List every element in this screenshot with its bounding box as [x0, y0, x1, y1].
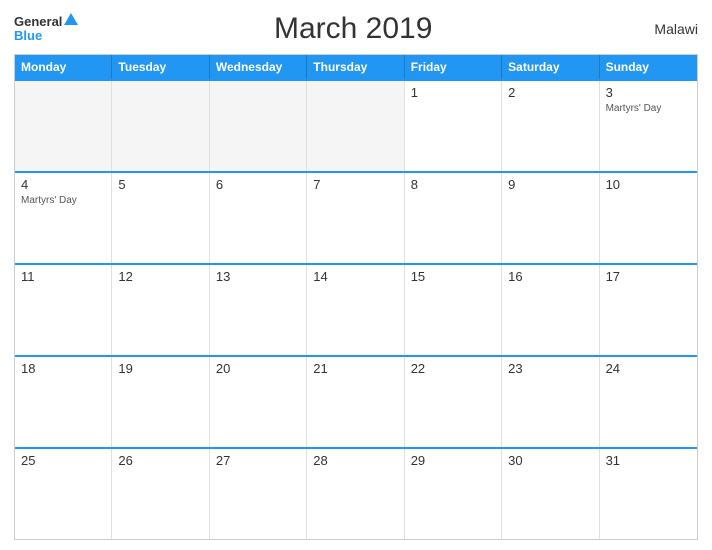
cell-w2-tue: 5 — [112, 173, 209, 263]
cell-w1-mon — [15, 81, 112, 171]
logo-blue-text: Blue — [14, 28, 42, 43]
day-20: 20 — [216, 361, 300, 376]
logo-general-text: General — [14, 15, 62, 28]
header-sunday: Sunday — [600, 55, 697, 79]
day-30: 30 — [508, 453, 592, 468]
header-wednesday: Wednesday — [210, 55, 307, 79]
day-7: 7 — [313, 177, 397, 192]
event-martyrs-day-1: Martyrs' Day — [606, 102, 691, 115]
cell-w4-sun: 24 — [600, 357, 697, 447]
cell-w5-tue: 26 — [112, 449, 209, 539]
cell-w4-mon: 18 — [15, 357, 112, 447]
cell-w2-sun: 10 — [600, 173, 697, 263]
day-29: 29 — [411, 453, 495, 468]
cell-w4-fri: 22 — [405, 357, 502, 447]
header-saturday: Saturday — [502, 55, 599, 79]
day-11: 11 — [21, 269, 105, 284]
cell-w2-fri: 8 — [405, 173, 502, 263]
day-12: 12 — [118, 269, 202, 284]
cell-w3-sun: 17 — [600, 265, 697, 355]
cell-w5-sat: 30 — [502, 449, 599, 539]
day-25: 25 — [21, 453, 105, 468]
cell-w1-thu — [307, 81, 404, 171]
day-14: 14 — [313, 269, 397, 284]
week-3: 11 12 13 14 15 16 17 — [15, 263, 697, 355]
cell-w2-sat: 9 — [502, 173, 599, 263]
day-9: 9 — [508, 177, 592, 192]
day-23: 23 — [508, 361, 592, 376]
cell-w3-fri: 15 — [405, 265, 502, 355]
header-friday: Friday — [405, 55, 502, 79]
cell-w5-fri: 29 — [405, 449, 502, 539]
day-13: 13 — [216, 269, 300, 284]
header-tuesday: Tuesday — [112, 55, 209, 79]
cell-w1-tue — [112, 81, 209, 171]
cell-w4-tue: 19 — [112, 357, 209, 447]
day-4: 4 — [21, 177, 105, 192]
cell-w5-mon: 25 — [15, 449, 112, 539]
day-28: 28 — [313, 453, 397, 468]
calendar-body: 1 2 3 Martyrs' Day 4 Martyrs' Day 5 — [15, 79, 697, 539]
cell-w4-wed: 20 — [210, 357, 307, 447]
cell-w5-wed: 27 — [210, 449, 307, 539]
cell-w3-thu: 14 — [307, 265, 404, 355]
cell-w1-wed — [210, 81, 307, 171]
week-2: 4 Martyrs' Day 5 6 7 8 9 — [15, 171, 697, 263]
header-monday: Monday — [15, 55, 112, 79]
event-martyrs-day-2: Martyrs' Day — [21, 194, 105, 207]
day-17: 17 — [606, 269, 691, 284]
cell-w5-thu: 28 — [307, 449, 404, 539]
calendar: Monday Tuesday Wednesday Thursday Friday… — [14, 54, 698, 540]
cell-w2-wed: 6 — [210, 173, 307, 263]
cell-w3-wed: 13 — [210, 265, 307, 355]
day-31: 31 — [606, 453, 691, 468]
day-22: 22 — [411, 361, 495, 376]
page-header: General Blue March 2019 Malawi — [14, 12, 698, 46]
calendar-page: General Blue March 2019 Malawi Monday Tu… — [0, 0, 712, 550]
cell-w2-thu: 7 — [307, 173, 404, 263]
week-5: 25 26 27 28 29 30 31 — [15, 447, 697, 539]
week-4: 18 19 20 21 22 23 24 — [15, 355, 697, 447]
month-title: March 2019 — [78, 12, 628, 46]
cell-w5-sun: 31 — [600, 449, 697, 539]
cell-w1-sun: 3 Martyrs' Day — [600, 81, 697, 171]
country-label: Malawi — [628, 21, 698, 37]
calendar-header: Monday Tuesday Wednesday Thursday Friday… — [15, 55, 697, 79]
day-27: 27 — [216, 453, 300, 468]
day-10: 10 — [606, 177, 691, 192]
day-18: 18 — [21, 361, 105, 376]
header-thursday: Thursday — [307, 55, 404, 79]
cell-w3-tue: 12 — [112, 265, 209, 355]
logo: General Blue — [14, 15, 78, 44]
day-15: 15 — [411, 269, 495, 284]
week-1: 1 2 3 Martyrs' Day — [15, 79, 697, 171]
day-5: 5 — [118, 177, 202, 192]
cell-w1-sat: 2 — [502, 81, 599, 171]
cell-w3-mon: 11 — [15, 265, 112, 355]
day-1: 1 — [411, 85, 495, 100]
day-8: 8 — [411, 177, 495, 192]
day-24: 24 — [606, 361, 691, 376]
cell-w4-thu: 21 — [307, 357, 404, 447]
day-26: 26 — [118, 453, 202, 468]
day-2: 2 — [508, 85, 592, 100]
cell-w2-mon: 4 Martyrs' Day — [15, 173, 112, 263]
day-3: 3 — [606, 85, 691, 100]
day-21: 21 — [313, 361, 397, 376]
day-19: 19 — [118, 361, 202, 376]
day-16: 16 — [508, 269, 592, 284]
cell-w3-sat: 16 — [502, 265, 599, 355]
logo-triangle-icon — [64, 13, 78, 25]
day-6: 6 — [216, 177, 300, 192]
cell-w4-sat: 23 — [502, 357, 599, 447]
cell-w1-fri: 1 — [405, 81, 502, 171]
